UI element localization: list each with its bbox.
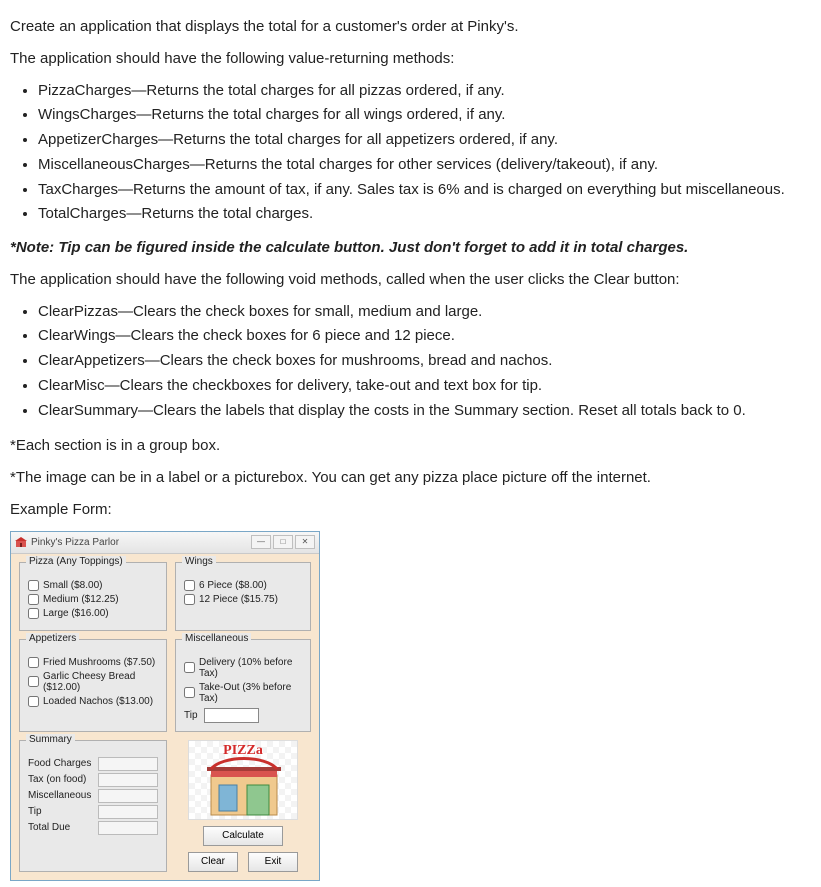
appetizer-mushrooms-checkbox[interactable] <box>28 657 39 668</box>
appetizer-nachos-label: Loaded Nachos ($13.00) <box>43 696 153 707</box>
voids-item: ClearAppetizers—Clears the check boxes f… <box>38 350 811 372</box>
voids-list: ClearPizzas—Clears the check boxes for s… <box>10 301 811 422</box>
summary-total-label: Total Due <box>28 822 94 833</box>
misc-delivery-label: Delivery (10% before Tax) <box>199 657 302 679</box>
window-maximize-button[interactable]: □ <box>273 535 293 549</box>
groupbox-pizza-legend: Pizza (Any Toppings) <box>26 556 126 567</box>
pizza-shop-image: PIZZa <box>188 740 298 820</box>
pizza-small-label: Small ($8.00) <box>43 580 102 591</box>
summary-tip-value <box>98 805 158 819</box>
voids-item: ClearSummary—Clears the labels that disp… <box>38 400 811 422</box>
pizza-small-row[interactable]: Small ($8.00) <box>28 580 158 591</box>
pizza-large-row[interactable]: Large ($16.00) <box>28 608 158 619</box>
note-image: *The image can be in a label or a pictur… <box>10 467 811 489</box>
groupbox-wings-legend: Wings <box>182 556 216 567</box>
wings-12piece-checkbox[interactable] <box>184 594 195 605</box>
window-title: Pinky's Pizza Parlor <box>31 537 119 548</box>
wings-12piece-row[interactable]: 12 Piece ($15.75) <box>184 594 302 605</box>
groupbox-wings: Wings 6 Piece ($8.00) 12 Piece ($15.75) <box>175 562 311 631</box>
appetizer-nachos-row[interactable]: Loaded Nachos ($13.00) <box>28 696 158 707</box>
summary-tax-label: Tax (on food) <box>28 774 94 785</box>
misc-takeout-label: Take-Out (3% before Tax) <box>199 682 302 704</box>
summary-tax-value <box>98 773 158 787</box>
appetizer-mushrooms-row[interactable]: Fried Mushrooms ($7.50) <box>28 657 158 668</box>
methods-item: TaxCharges—Returns the amount of tax, if… <box>38 179 811 201</box>
groupbox-pizza: Pizza (Any Toppings) Small ($8.00) Mediu… <box>19 562 167 631</box>
summary-food-value <box>98 757 158 771</box>
misc-tip-label: Tip <box>184 710 198 721</box>
pizza-medium-label: Medium ($12.25) <box>43 594 119 605</box>
pizza-small-checkbox[interactable] <box>28 580 39 591</box>
methods-item: TotalCharges—Returns the total charges. <box>38 203 811 225</box>
misc-delivery-checkbox[interactable] <box>184 662 195 673</box>
calculate-button[interactable]: Calculate <box>203 826 283 846</box>
groupbox-misc: Miscellaneous Delivery (10% before Tax) … <box>175 639 311 732</box>
pizza-large-label: Large ($16.00) <box>43 608 109 619</box>
appetizer-bread-label: Garlic Cheesy Bread ($12.00) <box>43 671 158 693</box>
wings-6piece-label: 6 Piece ($8.00) <box>199 580 267 591</box>
note-groupbox: *Each section is in a group box. <box>10 435 811 457</box>
groupbox-appetizers: Appetizers Fried Mushrooms ($7.50) Garli… <box>19 639 167 732</box>
misc-delivery-row[interactable]: Delivery (10% before Tax) <box>184 657 302 679</box>
example-form-label: Example Form: <box>10 499 811 521</box>
misc-tip-input[interactable] <box>204 708 259 723</box>
summary-misc-label: Miscellaneous <box>28 790 94 801</box>
voids-item: ClearMisc—Clears the checkboxes for deli… <box>38 375 811 397</box>
note-tip: *Note: Tip can be figured inside the cal… <box>10 237 811 259</box>
methods-item: PizzaCharges—Returns the total charges f… <box>38 80 811 102</box>
appetizer-mushrooms-label: Fried Mushrooms ($7.50) <box>43 657 155 668</box>
intro-paragraph: Create an application that displays the … <box>10 16 811 38</box>
pizza-medium-row[interactable]: Medium ($12.25) <box>28 594 158 605</box>
wings-6piece-checkbox[interactable] <box>184 580 195 591</box>
wings-12piece-label: 12 Piece ($15.75) <box>199 594 278 605</box>
wings-6piece-row[interactable]: 6 Piece ($8.00) <box>184 580 302 591</box>
methods-list: PizzaCharges—Returns the total charges f… <box>10 80 811 226</box>
voids-intro: The application should have the followin… <box>10 269 811 291</box>
groupbox-misc-legend: Miscellaneous <box>182 633 251 644</box>
pizza-medium-checkbox[interactable] <box>28 594 39 605</box>
summary-misc-value <box>98 789 158 803</box>
voids-item: ClearWings—Clears the check boxes for 6 … <box>38 325 811 347</box>
methods-item: MiscellaneousCharges—Returns the total c… <box>38 154 811 176</box>
methods-intro: The application should have the followin… <box>10 48 811 70</box>
appetizer-bread-checkbox[interactable] <box>28 676 39 687</box>
groupbox-appetizers-legend: Appetizers <box>26 633 79 644</box>
voids-item: ClearPizzas—Clears the check boxes for s… <box>38 301 811 323</box>
groupbox-summary: Summary Food Charges Tax (on food) Misce… <box>19 740 167 872</box>
summary-tip-label: Tip <box>28 806 94 817</box>
groupbox-summary-legend: Summary <box>26 734 75 745</box>
window-minimize-button[interactable]: — <box>251 535 271 549</box>
exit-button[interactable]: Exit <box>248 852 298 872</box>
misc-takeout-checkbox[interactable] <box>184 687 195 698</box>
pizza-large-checkbox[interactable] <box>28 608 39 619</box>
summary-food-label: Food Charges <box>28 758 94 769</box>
appetizer-bread-row[interactable]: Garlic Cheesy Bread ($12.00) <box>28 671 158 693</box>
misc-takeout-row[interactable]: Take-Out (3% before Tax) <box>184 682 302 704</box>
methods-item: AppetizerCharges—Returns the total charg… <box>38 129 811 151</box>
clear-button[interactable]: Clear <box>188 852 238 872</box>
methods-item: WingsCharges—Returns the total charges f… <box>38 104 811 126</box>
app-icon <box>15 536 27 548</box>
example-form-window: Pinky's Pizza Parlor — □ ✕ Pizza (Any To… <box>10 531 320 881</box>
appetizer-nachos-checkbox[interactable] <box>28 696 39 707</box>
window-titlebar[interactable]: Pinky's Pizza Parlor — □ ✕ <box>11 532 319 554</box>
summary-total-value <box>98 821 158 835</box>
window-close-button[interactable]: ✕ <box>295 535 315 549</box>
